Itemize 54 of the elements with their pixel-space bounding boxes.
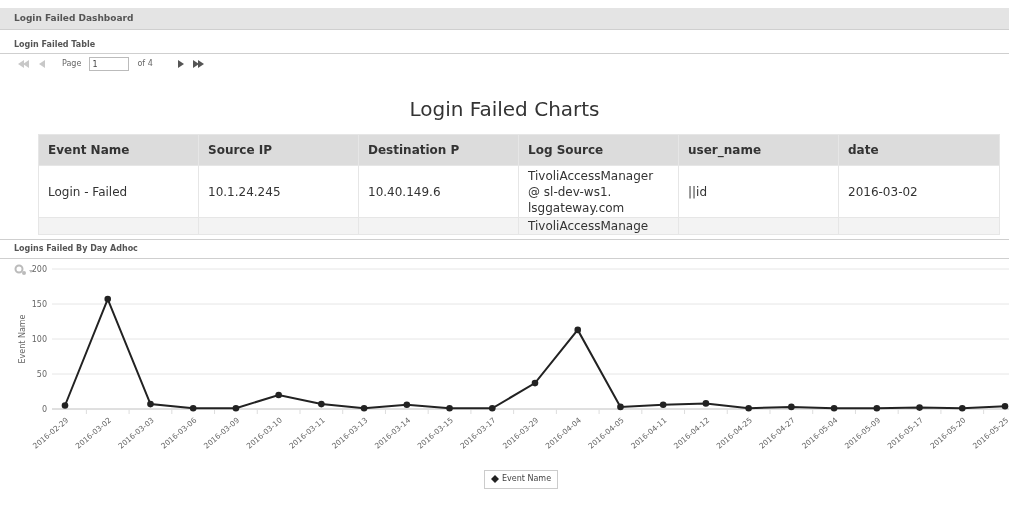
y-tick-label: 50 xyxy=(36,370,47,379)
last-page-icon[interactable] xyxy=(192,60,205,68)
data-point xyxy=(232,405,240,412)
chart-heading: Login Failed Charts xyxy=(409,96,600,122)
data-point xyxy=(104,295,112,303)
data-point xyxy=(488,405,496,412)
data-point xyxy=(574,326,582,334)
table-cell-text: 10.1.24.245 xyxy=(208,183,282,200)
table-cell-text: 10.40.149.6 xyxy=(368,183,442,200)
data-point xyxy=(702,400,710,407)
data-point xyxy=(1001,402,1009,410)
data-point xyxy=(360,405,368,412)
data-point xyxy=(147,400,154,408)
dashboard-title: Login Failed Dashboard xyxy=(14,11,134,25)
data-point xyxy=(916,404,923,411)
data-point xyxy=(446,405,453,412)
table-cell-text: Login - Failed xyxy=(48,183,129,200)
next-page-icon[interactable] xyxy=(176,60,185,68)
page-label: Page xyxy=(62,58,82,70)
data-point xyxy=(659,401,667,409)
data-point xyxy=(617,403,624,411)
data-point xyxy=(61,402,69,409)
column-header: user_name xyxy=(678,134,839,166)
legend-item[interactable]: Event Name xyxy=(484,469,559,489)
column-header: date xyxy=(838,134,1000,166)
data-point xyxy=(830,405,838,412)
column-header: Event Name xyxy=(38,134,199,166)
settings-icon[interactable] xyxy=(14,264,33,275)
data-point xyxy=(745,405,752,412)
y-tick-label: 200 xyxy=(31,265,47,274)
diamond-icon xyxy=(491,475,499,483)
y-tick-label: 0 xyxy=(41,405,47,414)
table-cell-text: ||id xyxy=(688,183,709,200)
data-point xyxy=(788,403,795,411)
page-input[interactable]: 1 xyxy=(89,57,130,71)
data-point xyxy=(189,405,197,412)
data-point xyxy=(275,391,282,399)
panel-title: Logins Failed By Day Adhoc xyxy=(14,243,138,255)
column-header: Destination P xyxy=(358,134,519,166)
data-point xyxy=(403,401,411,409)
y-tick-label: 150 xyxy=(31,300,47,309)
data-point xyxy=(318,400,325,408)
column-header: Source IP xyxy=(198,134,359,166)
data-point xyxy=(958,405,966,412)
panel-title: Login Failed Table xyxy=(14,38,96,51)
column-header: Log Source xyxy=(518,134,679,166)
y-axis-title: Event Name xyxy=(18,314,27,364)
table-cell-text: TivoliAccessManage xyxy=(528,218,650,234)
page-count: of 4 xyxy=(137,58,153,70)
table-cell-text: 2016-03-02 xyxy=(848,183,919,200)
table-cell-text: TivoliAccessManager @ sl-dev-ws1. lsggateway.com xyxy=(528,167,655,216)
y-tick-label: 100 xyxy=(31,335,47,344)
data-point xyxy=(873,405,881,412)
data-point xyxy=(531,379,539,387)
